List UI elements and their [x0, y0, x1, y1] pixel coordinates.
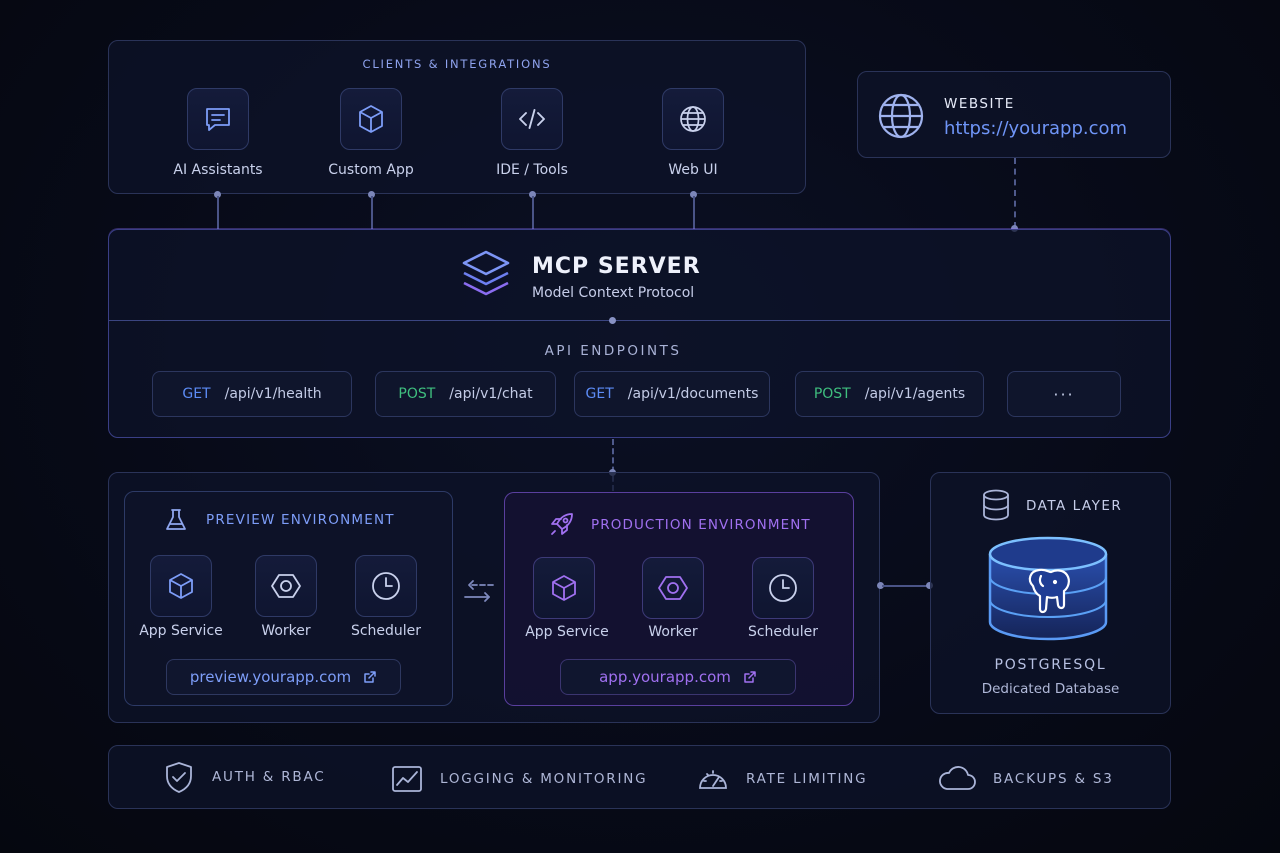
- client-label-custom-app: Custom App: [328, 162, 414, 178]
- shield-icon: [166, 762, 192, 793]
- globe-icon: [680, 106, 706, 132]
- hexagon-gear-icon: [658, 576, 688, 600]
- preview-worker-tile[interactable]: [255, 555, 317, 617]
- production-url-link[interactable]: app.yourapp.com: [560, 659, 796, 695]
- sync-arrows-icon: [464, 580, 494, 602]
- endpoint-method: POST: [398, 386, 436, 402]
- db-description: Dedicated Database: [981, 681, 1120, 697]
- preview-app-service-tile[interactable]: [150, 555, 212, 617]
- feature-label: RATE LIMITING: [746, 771, 868, 787]
- endpoints-title: API ENDPOINTS: [544, 343, 682, 359]
- code-icon: [519, 109, 545, 129]
- clock-icon: [769, 574, 797, 602]
- flask-icon: [166, 509, 186, 530]
- production-scheduler-tile[interactable]: [752, 557, 814, 619]
- production-worker-tile[interactable]: [642, 557, 704, 619]
- server-subtitle: Model Context Protocol: [532, 285, 695, 301]
- clock-icon: [372, 572, 400, 600]
- rocket-icon: [551, 513, 573, 535]
- preview-service-label: App Service: [139, 623, 223, 639]
- server-divider: [109, 320, 1170, 321]
- preview-scheduler-tile[interactable]: [355, 555, 417, 617]
- external-link-icon: [744, 671, 756, 683]
- production-service-label: App Service: [525, 624, 609, 640]
- layers-icon: [462, 250, 510, 296]
- ai-assistants-tile[interactable]: [187, 88, 249, 150]
- feature-label: AUTH & RBAC: [212, 769, 326, 785]
- database-icon: [983, 489, 1009, 521]
- clients-title: CLIENTS & INTEGRATIONS: [362, 57, 552, 71]
- db-name: POSTGRESQL: [994, 657, 1107, 673]
- preview-url-link[interactable]: preview.yourapp.com: [166, 659, 401, 695]
- endpoint-pill[interactable]: POST /api/v1/agents: [795, 371, 984, 417]
- server-title: MCP SERVER: [532, 254, 701, 279]
- endpoint-pill[interactable]: GET /api/v1/health: [152, 371, 352, 417]
- feature-auth-rbac: AUTH & RBAC: [162, 760, 326, 794]
- chart-icon: [392, 766, 422, 792]
- connector-line: [531, 196, 534, 230]
- website-title: WEBSITE: [944, 96, 1015, 112]
- endpoint-path: /api/v1/documents: [627, 386, 759, 402]
- endpoint-more-pill[interactable]: ···: [1007, 371, 1121, 417]
- env-data-connector: [882, 585, 928, 587]
- website-url[interactable]: https://yourapp.com: [944, 118, 1127, 139]
- client-label-ai-assistants: AI Assistants: [173, 162, 263, 178]
- cube-icon: [169, 573, 193, 599]
- feature-logging-monitoring: LOGGING & MONITORING: [390, 762, 647, 796]
- feature-rate-limiting: RATE LIMITING: [696, 762, 867, 796]
- custom-app-tile[interactable]: [340, 88, 402, 150]
- production-service-label: Scheduler: [747, 624, 819, 640]
- production-title: PRODUCTION ENVIRONMENT: [591, 517, 811, 533]
- preview-service-label: Scheduler: [350, 623, 422, 639]
- endpoint-more-label: ···: [1053, 384, 1075, 404]
- production-app-service-tile[interactable]: [533, 557, 595, 619]
- cube-icon: [359, 105, 383, 133]
- external-link-icon: [364, 671, 376, 683]
- preview-url: preview.yourapp.com: [189, 668, 352, 686]
- connector-dot: [609, 317, 616, 324]
- endpoint-path: /api/v1/health: [224, 386, 322, 402]
- chat-icon: [206, 108, 230, 131]
- feature-label: BACKUPS & S3: [993, 771, 1114, 787]
- endpoint-path: /api/v1/agents: [864, 386, 966, 402]
- production-service-label: Worker: [648, 624, 698, 640]
- feature-label: LOGGING & MONITORING: [440, 771, 648, 787]
- ide-tools-tile[interactable]: [501, 88, 563, 150]
- connector-line: [692, 196, 695, 230]
- cube-icon: [552, 575, 576, 601]
- endpoint-method: GET: [182, 386, 211, 402]
- hexagon-gear-icon: [271, 574, 301, 598]
- client-label-web-ui: Web UI: [668, 162, 718, 178]
- connector-line: [370, 196, 373, 230]
- gauge-icon: [699, 770, 727, 789]
- cloud-icon: [939, 766, 976, 790]
- endpoint-method: GET: [585, 386, 614, 402]
- endpoint-path: /api/v1/chat: [449, 386, 533, 402]
- data-layer-title: DATA LAYER: [1026, 498, 1123, 514]
- web-ui-tile[interactable]: [662, 88, 724, 150]
- connector-line: [216, 196, 219, 230]
- preview-title: PREVIEW ENVIRONMENT: [206, 512, 395, 528]
- globe-icon: [878, 93, 924, 139]
- endpoint-method: POST: [813, 386, 851, 402]
- endpoint-pill[interactable]: POST /api/v1/chat: [375, 371, 556, 417]
- production-url: app.yourapp.com: [599, 668, 731, 686]
- website-connector: [1014, 158, 1016, 228]
- feature-backups-s3: BACKUPS & S3: [937, 762, 1114, 796]
- postgresql-database-icon: [988, 536, 1108, 641]
- client-label-ide-tools: IDE / Tools: [496, 162, 568, 178]
- endpoint-pill[interactable]: GET /api/v1/documents: [574, 371, 770, 417]
